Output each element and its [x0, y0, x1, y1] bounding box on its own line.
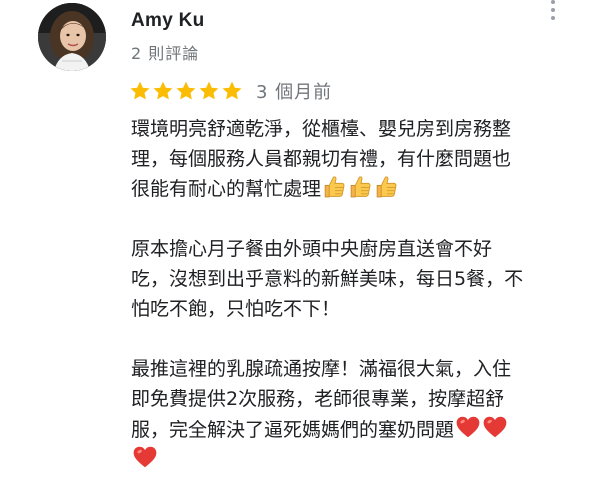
- red-heart-icon: [456, 416, 480, 438]
- profile-photo: [38, 3, 106, 71]
- review-text-line: 理，每個服務人員都親切有禮，有什麼問題也: [131, 144, 571, 174]
- review-text-content: 理，每個服務人員都親切有禮，有什麼問題也: [131, 148, 512, 170]
- reviewer-review-count[interactable]: 2 則評論: [131, 40, 199, 64]
- review-text-content: 服，完全解決了逼死媽媽們的塞奶問題: [131, 419, 455, 441]
- more-vert-icon[interactable]: [545, 0, 561, 20]
- review-text-content: 環境明亮舒適乾淨，從櫃檯、嬰兒房到房務整: [131, 118, 512, 140]
- review-text-line: 吃，沒想到出乎意料的新鮮美味，每日5餐，不: [131, 264, 571, 294]
- reviewer-name[interactable]: Amy Ku: [131, 10, 205, 32]
- red-heart-icon: [483, 416, 507, 438]
- review-text-line: 即免費提供2次服務，老師很專業，按摩超舒: [131, 384, 571, 414]
- review-time: 3 個月前: [256, 82, 333, 103]
- star-icon: [199, 81, 219, 100]
- red-heart-icon: [133, 446, 157, 468]
- review-text-line: 最推這裡的乳腺疏通按摩！滿福很大氣，入住: [131, 354, 571, 384]
- thumbs-up-icon: [324, 176, 345, 198]
- thumbs-up-icon: [376, 176, 397, 198]
- review-text-line: 環境明亮舒適乾淨，從櫃檯、嬰兒房到房務整: [131, 114, 571, 144]
- review-text-content: 怕吃不飽，只怕吃不下！: [131, 298, 341, 320]
- thumbs-up-icon: [350, 176, 371, 198]
- star-icon: [153, 81, 173, 100]
- review-paragraph: 原本擔心月子餐由外頭中央廚房直送會不好吃，沒想到出乎意料的新鮮美味，每日5餐，不…: [131, 234, 571, 324]
- review-text-content: 很能有耐心的幫忙處理: [131, 178, 322, 200]
- review-text-content: 最推這裡的乳腺疏通按摩！滿福很大氣，入住: [131, 358, 512, 380]
- review-paragraph: 最推這裡的乳腺疏通按摩！滿福很大氣，入住 即免費提供2次服務，老師很專業，按摩超舒…: [131, 354, 571, 474]
- review-text-content: 吃，沒想到出乎意料的新鮮美味，每日5餐，不: [131, 268, 524, 290]
- star-rating: [129, 80, 244, 102]
- review-text-line: 很能有耐心的幫忙處理: [131, 174, 571, 204]
- review-text: 環境明亮舒適乾淨，從櫃檯、嬰兒房到房務整 理，每個服務人員都親切有禮，有什麼問題也…: [131, 114, 571, 504]
- avatar[interactable]: [38, 3, 106, 71]
- review-text-line: 原本擔心月子餐由外頭中央廚房直送會不好: [131, 234, 571, 264]
- review-text-line: 服，完全解決了逼死媽媽們的塞奶問題: [131, 414, 571, 444]
- rating-row: 3 個月前: [129, 76, 332, 106]
- star-icon: [130, 81, 150, 100]
- star-icon: [176, 81, 196, 100]
- review-text-content: 原本擔心月子餐由外頭中央廚房直送會不好: [131, 238, 493, 260]
- review-text-content: 即免費提供2次服務，老師很專業，按摩超舒: [131, 388, 505, 410]
- review-text-line: 怕吃不飽，只怕吃不下！: [131, 294, 571, 324]
- star-icon: [222, 81, 242, 100]
- review-paragraph: 環境明亮舒適乾淨，從櫃檯、嬰兒房到房務整 理，每個服務人員都親切有禮，有什麼問題也…: [131, 114, 571, 204]
- review-text-line: [131, 444, 571, 474]
